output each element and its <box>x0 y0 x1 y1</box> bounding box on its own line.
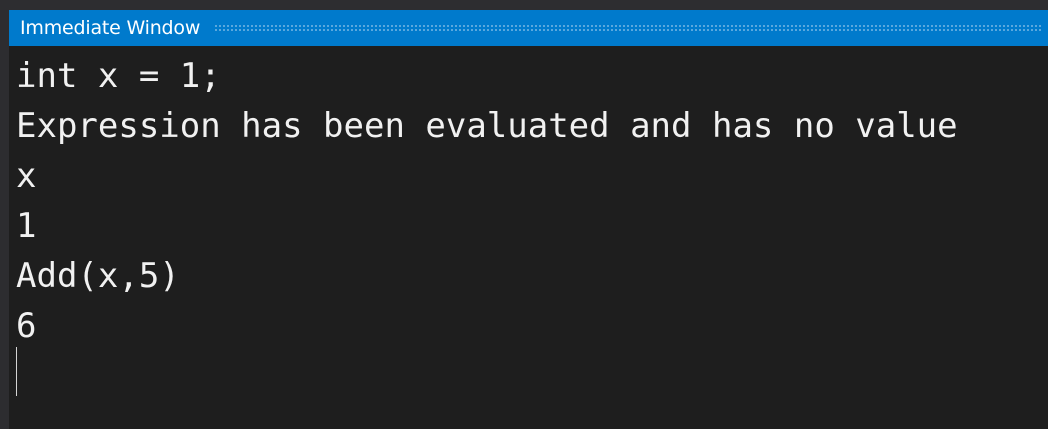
output-line: 1 <box>16 206 37 246</box>
immediate-editor[interactable]: int x = 1; Expression has been evaluated… <box>9 46 1048 429</box>
immediate-window: Immediate Window int x = 1; Expression h… <box>0 0 1048 429</box>
output-line: x <box>16 156 37 196</box>
output-line: Expression has been evaluated and has no… <box>16 106 958 146</box>
output-line: Add(x,5) <box>16 256 180 296</box>
drag-grip[interactable] <box>214 24 1042 32</box>
text-caret <box>16 347 17 396</box>
title-bar[interactable]: Immediate Window <box>9 10 1048 46</box>
output-line: int x = 1; <box>16 56 221 96</box>
window-top-border <box>9 0 1048 10</box>
window-title: Immediate Window <box>20 17 201 39</box>
output-line: 6 <box>16 306 37 346</box>
